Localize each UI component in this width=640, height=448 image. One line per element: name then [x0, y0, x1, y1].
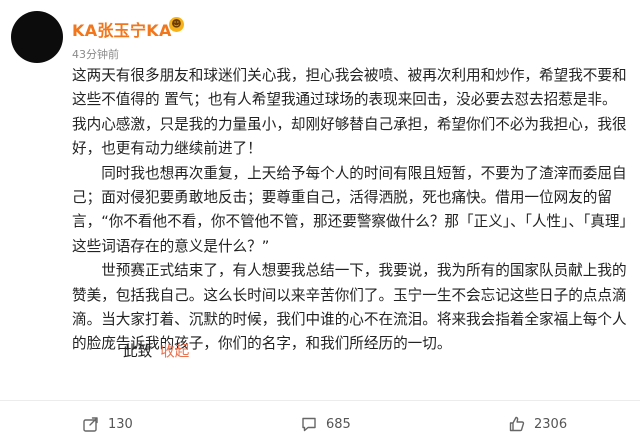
- post-header: KA张玉宁KA ☻ 43分钟前: [0, 0, 640, 63]
- comment-count: 685: [326, 416, 351, 432]
- share-icon: [83, 417, 98, 432]
- post-timestamp[interactable]: 43分钟前: [72, 46, 119, 62]
- closing-text: 此致: [123, 343, 153, 360]
- author-name[interactable]: KA张玉宁KA: [72, 17, 172, 41]
- post-content: 这两天有很多朋友和球迷们关心我，担心我会被喷、被再次利用和炒作，希望我不要和这些…: [72, 64, 630, 357]
- avatar[interactable]: [11, 11, 63, 63]
- action-bar: 130 685 2306: [0, 406, 640, 442]
- collapse-link[interactable]: 收起: [160, 343, 189, 360]
- share-count: 130: [108, 416, 133, 432]
- post-paragraph-1: 这两天有很多朋友和球迷们关心我，担心我会被喷、被再次利用和炒作，希望我不要和这些…: [72, 67, 627, 158]
- grinning-emoji-icon: ☻: [169, 17, 184, 32]
- thumbs-up-icon: [509, 416, 525, 432]
- post-paragraph-2: 同时我也想再次重复，上天给予每个人的时间有限且短暂，不要为了渣滓而委屈自己；面对…: [72, 164, 627, 255]
- comment-button[interactable]: 685: [300, 412, 351, 436]
- like-count: 2306: [534, 416, 568, 432]
- comment-icon: [302, 417, 316, 432]
- like-button[interactable]: 2306: [508, 412, 567, 436]
- divider: [0, 400, 640, 401]
- post-closing: 此致 收起: [123, 340, 189, 361]
- share-button[interactable]: 130: [82, 412, 133, 436]
